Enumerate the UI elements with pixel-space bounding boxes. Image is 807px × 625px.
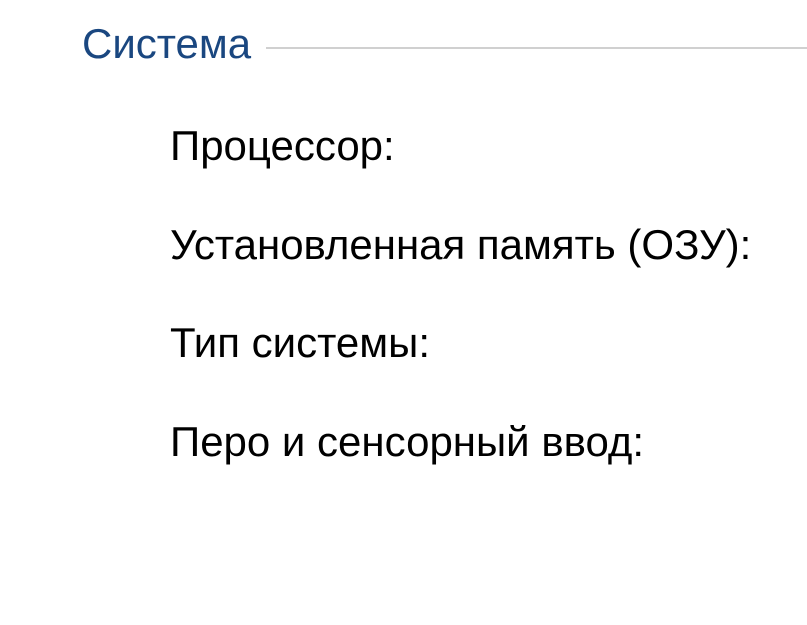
divider-line xyxy=(266,47,807,49)
properties-list: Процессор: Установленная память (ОЗУ): Т… xyxy=(0,118,807,471)
installed-memory-label: Установленная память (ОЗУ): xyxy=(170,217,807,274)
system-type-label: Тип системы: xyxy=(170,315,807,372)
system-section: Система Процессор: Установленная память … xyxy=(0,20,807,471)
pen-touch-label: Перо и сенсорный ввод: xyxy=(170,414,807,471)
section-title: Система xyxy=(0,20,266,68)
processor-label: Процессор: xyxy=(170,118,807,175)
section-header: Система xyxy=(0,20,807,68)
